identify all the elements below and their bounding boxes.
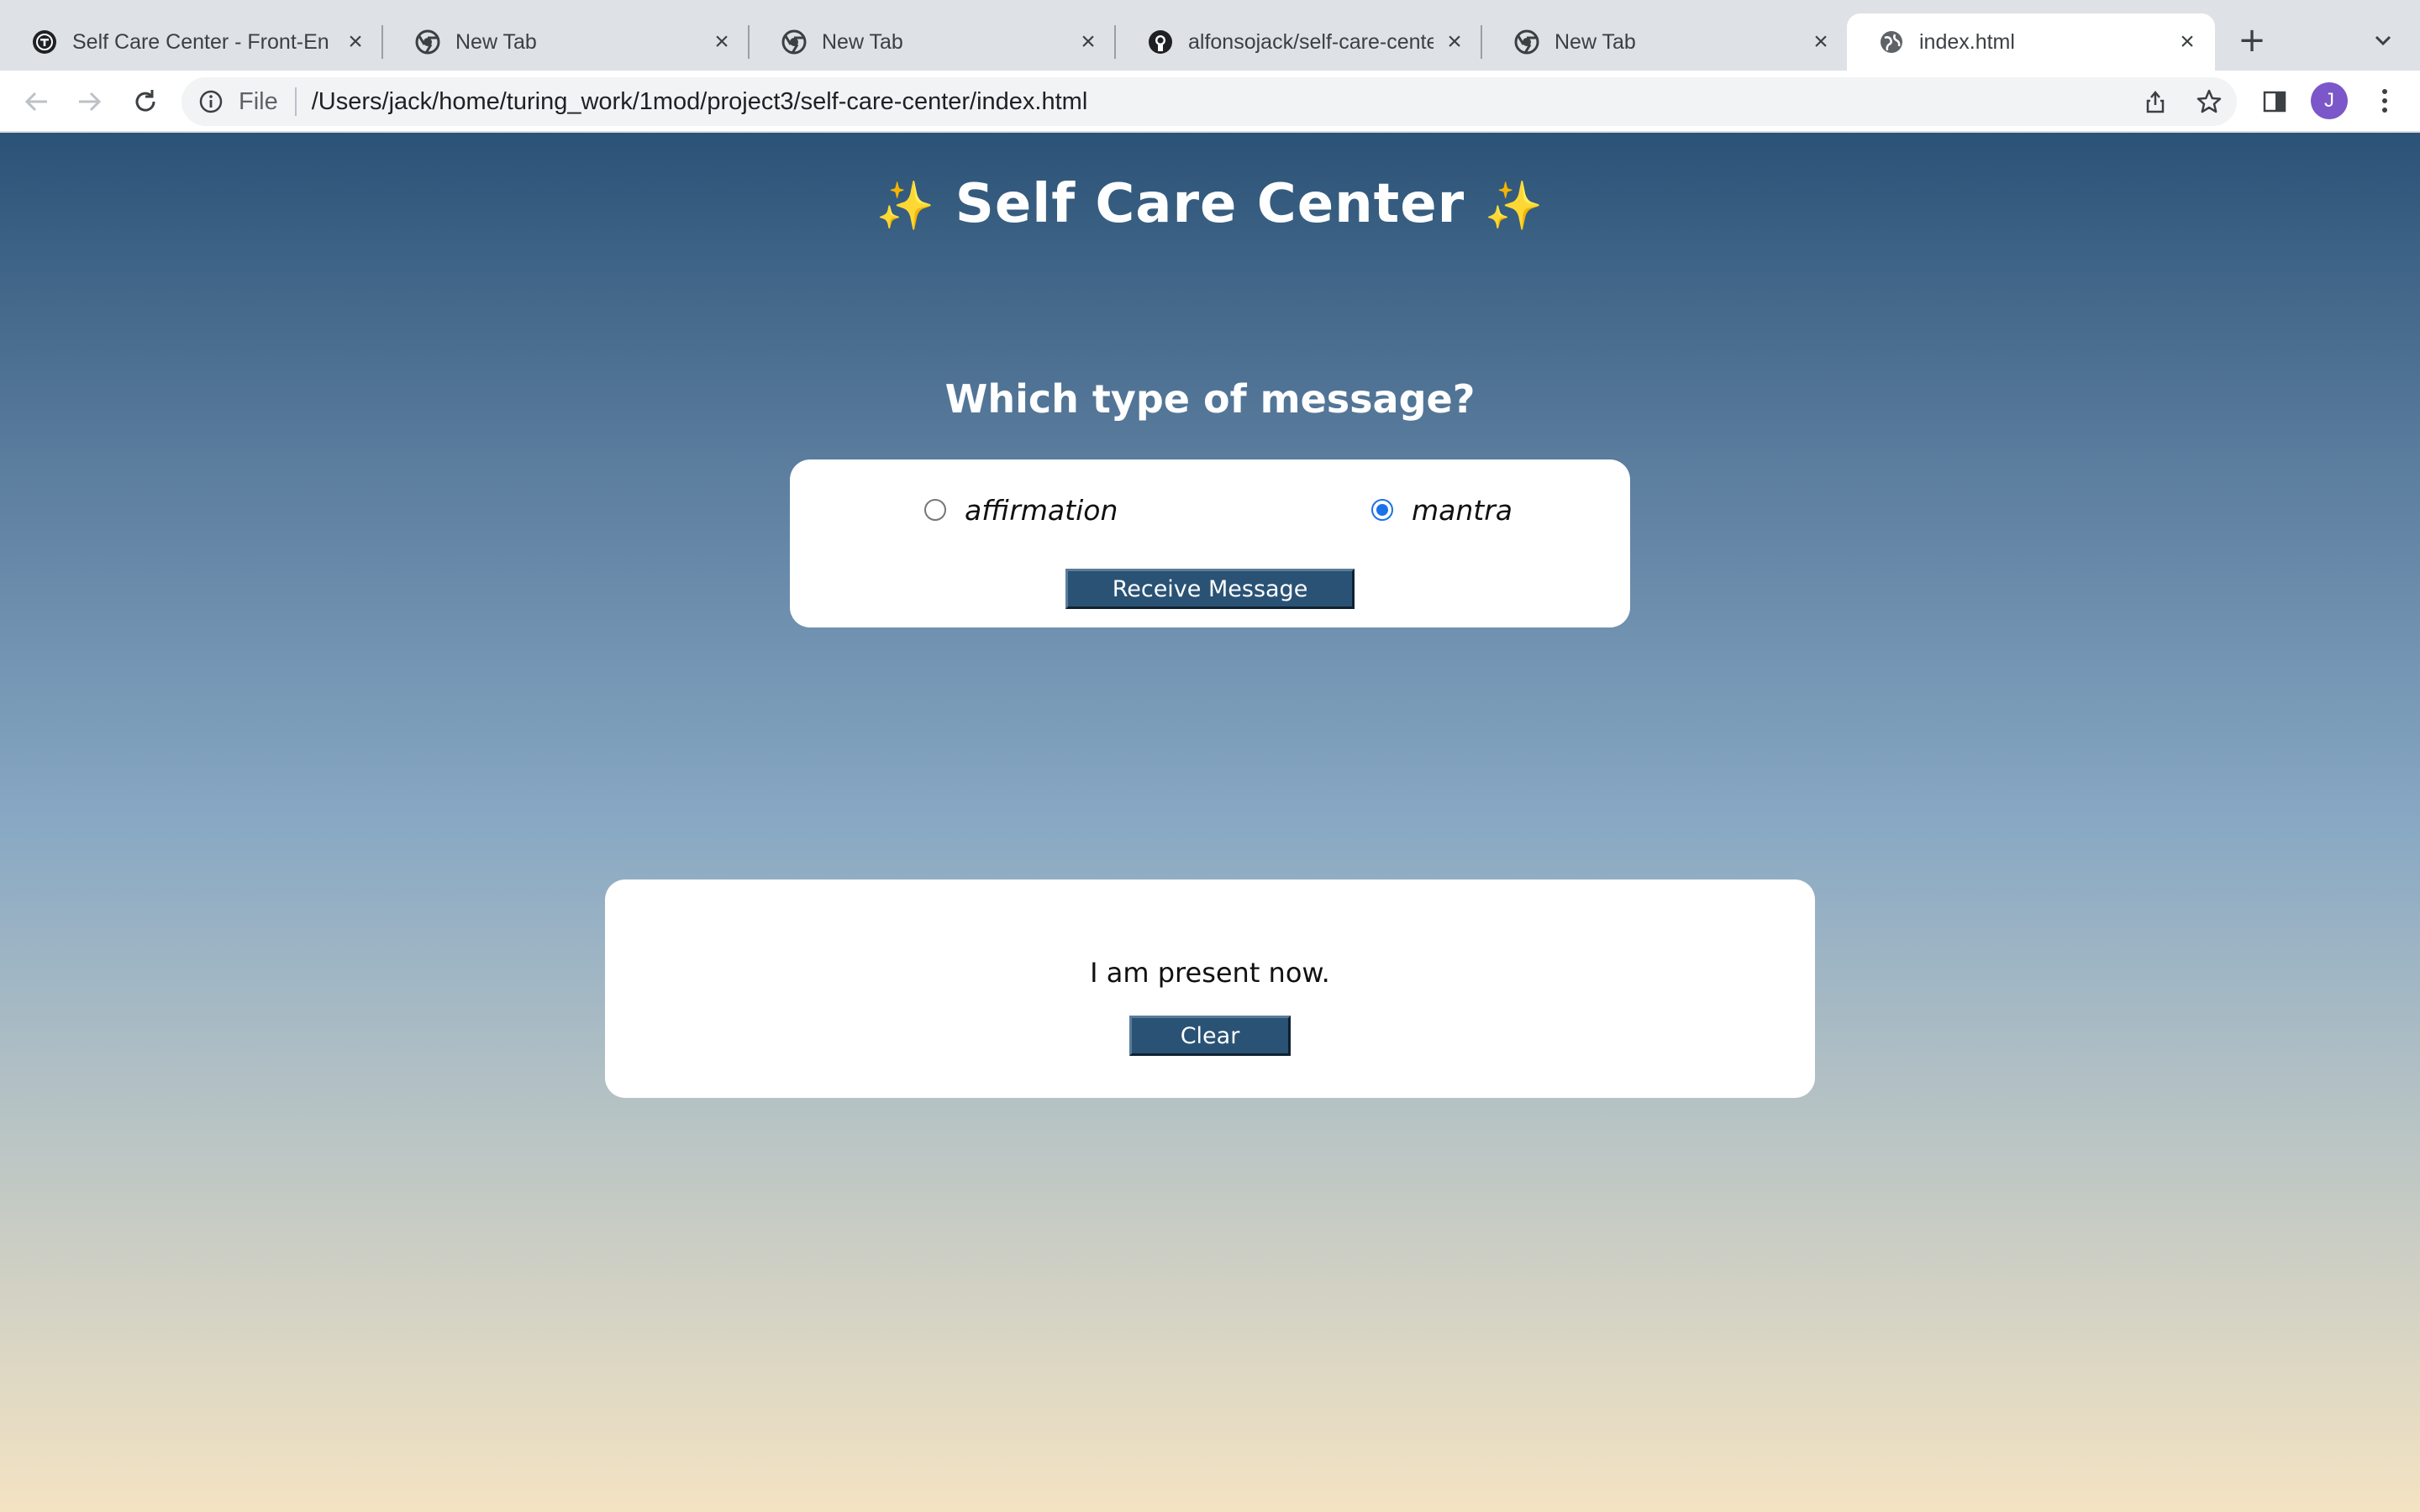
page-title: ✨ Self Care Center ✨ — [0, 173, 2420, 235]
forward-arrow-icon[interactable] — [71, 82, 109, 121]
url-text[interactable]: /Users/jack/home/turing_work/1mod/projec… — [312, 88, 1088, 116]
sparkles-icon: ✨ — [1484, 179, 1544, 234]
message-text: I am present now. — [1090, 957, 1330, 989]
sparkles-icon: ✨ — [876, 179, 936, 234]
mantra-option[interactable]: mantra — [1371, 485, 1512, 535]
profile-avatar[interactable]: J — [2311, 82, 2348, 119]
tab-self-care-center[interactable]: Self Care Center - Front-En × — [0, 13, 383, 71]
close-icon[interactable]: × — [2175, 29, 2200, 55]
address-bar[interactable]: File /Users/jack/home/turing_work/1mod/p… — [182, 77, 2237, 126]
tab-strip: Self Care Center - Front-En × New Tab × … — [0, 0, 2420, 71]
chevron-down-icon[interactable] — [2368, 25, 2398, 55]
mantra-label[interactable]: mantra — [1412, 494, 1512, 527]
close-icon[interactable]: × — [1442, 29, 1467, 55]
affirmation-label[interactable]: affirmation — [965, 494, 1118, 527]
page-viewport: ✨ Self Care Center ✨ Which type of messa… — [0, 133, 2420, 1512]
tab-title: index.html — [1919, 29, 2015, 54]
message-type-question: Which type of message? — [944, 376, 1476, 422]
message-type-card: affirmation mantra Receive Message — [790, 459, 1630, 627]
close-icon[interactable]: × — [1076, 29, 1101, 55]
close-icon[interactable]: × — [343, 29, 368, 55]
clear-button[interactable]: Clear — [1129, 1016, 1291, 1056]
back-arrow-icon[interactable] — [17, 82, 55, 121]
affirmation-option[interactable]: affirmation — [924, 485, 1118, 535]
affirmation-radio[interactable] — [924, 499, 946, 521]
tab-title: New Tab — [822, 29, 903, 54]
chrome-icon — [1514, 29, 1539, 55]
side-panel-icon[interactable] — [2257, 84, 2292, 119]
tab-new-tab-2[interactable]: New Tab × — [750, 13, 1116, 71]
new-tab-button[interactable]: + — [2233, 24, 2270, 60]
tab-title: alfonsojack/self-care-cente — [1188, 29, 1434, 54]
browser-toolbar: File /Users/jack/home/turing_work/1mod/p… — [0, 71, 2420, 133]
more-menu-icon[interactable] — [2368, 84, 2402, 118]
mantra-radio[interactable] — [1371, 499, 1393, 521]
message-display-card: I am present now. Clear — [605, 879, 1815, 1098]
app-title: Self Care Center — [955, 173, 1465, 235]
url-scheme: File — [239, 87, 278, 115]
tab-new-tab-1[interactable]: New Tab × — [383, 13, 750, 71]
github-icon — [1148, 29, 1173, 55]
reload-icon[interactable] — [126, 82, 165, 121]
turing-icon — [32, 29, 57, 55]
close-icon[interactable]: × — [1808, 29, 1833, 55]
chrome-icon — [415, 29, 440, 55]
share-icon[interactable] — [2138, 84, 2173, 119]
chrome-icon — [781, 29, 807, 55]
tab-index-html[interactable]: index.html × — [1847, 13, 2215, 71]
tab-title: New Tab — [1555, 29, 1636, 54]
tab-new-tab-3[interactable]: New Tab × — [1482, 13, 1849, 71]
tab-title: New Tab — [455, 29, 537, 54]
globe-icon — [1879, 29, 1904, 55]
tab-title: Self Care Center - Front-En — [72, 29, 329, 54]
info-icon[interactable] — [198, 89, 224, 114]
bookmark-star-icon[interactable] — [2191, 84, 2227, 119]
omnibox-divider — [294, 87, 297, 116]
close-icon[interactable]: × — [709, 29, 734, 55]
receive-message-button[interactable]: Receive Message — [1065, 569, 1355, 609]
tab-github-repo[interactable]: alfonsojack/self-care-cente × — [1116, 13, 1482, 71]
